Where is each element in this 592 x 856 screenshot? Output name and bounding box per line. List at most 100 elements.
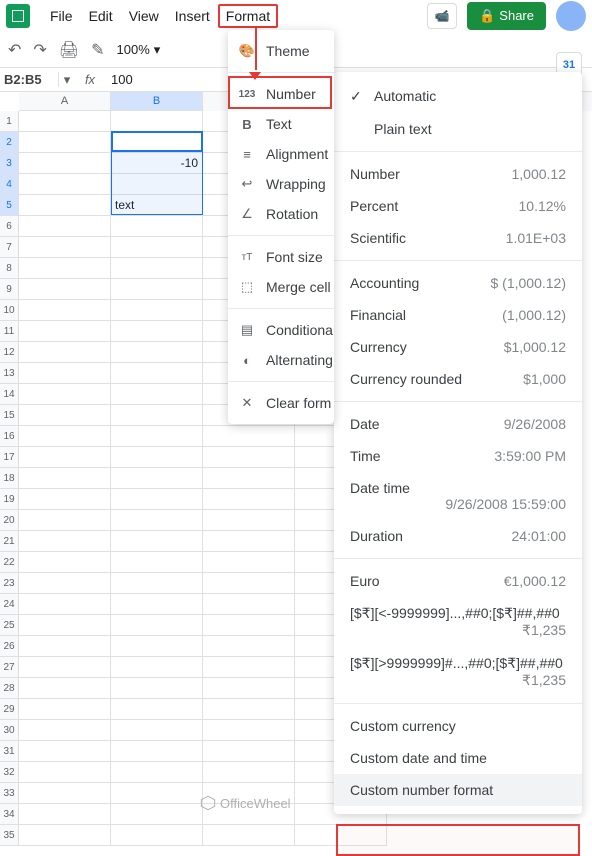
cell[interactable]	[111, 405, 203, 426]
format-merge[interactable]: ⬚Merge cell	[228, 272, 334, 302]
cell[interactable]	[111, 720, 203, 741]
format-rotation[interactable]: ∠Rotation	[228, 199, 334, 229]
row-header[interactable]: 2	[0, 132, 19, 153]
menu-insert[interactable]: Insert	[167, 4, 218, 28]
cell[interactable]	[203, 825, 295, 846]
nf-time[interactable]: Time3:59:00 PM	[334, 440, 582, 472]
menu-edit[interactable]: Edit	[81, 4, 121, 28]
nf-percent[interactable]: Percent10.12%	[334, 190, 582, 222]
cell[interactable]	[19, 447, 111, 468]
menu-view[interactable]: View	[121, 4, 167, 28]
nf-custom-number[interactable]: Custom number format	[334, 774, 582, 806]
row-header[interactable]: 16	[0, 426, 19, 447]
cell[interactable]	[19, 741, 111, 762]
cell[interactable]	[19, 783, 111, 804]
format-wrapping[interactable]: ↩Wrapping	[228, 169, 334, 199]
nf-financial[interactable]: Financial(1,000.12)	[334, 299, 582, 331]
cell[interactable]	[19, 699, 111, 720]
format-clear[interactable]: ✕Clear form	[228, 388, 334, 418]
share-button[interactable]: 🔒Share	[467, 2, 546, 30]
cell[interactable]	[19, 384, 111, 405]
cell[interactable]: -10	[111, 153, 203, 174]
row-header[interactable]: 3	[0, 153, 19, 174]
cell[interactable]	[19, 762, 111, 783]
cell[interactable]	[111, 552, 203, 573]
cell[interactable]	[19, 321, 111, 342]
cell[interactable]	[203, 720, 295, 741]
row-header[interactable]: 29	[0, 699, 19, 720]
cell[interactable]: text	[111, 195, 203, 216]
cell[interactable]	[19, 426, 111, 447]
cell[interactable]	[19, 804, 111, 825]
nf-currency-rounded[interactable]: Currency rounded$1,000	[334, 363, 582, 395]
cell[interactable]	[203, 615, 295, 636]
row-header[interactable]: 21	[0, 531, 19, 552]
cell[interactable]	[203, 699, 295, 720]
print-icon[interactable]: 🖨	[59, 40, 79, 60]
format-number[interactable]: 123Number	[228, 79, 334, 109]
col-header-b[interactable]: B	[111, 92, 203, 111]
avatar[interactable]	[556, 1, 586, 31]
cell[interactable]	[203, 657, 295, 678]
row-header[interactable]: 1	[0, 111, 19, 132]
cell[interactable]	[19, 531, 111, 552]
cell[interactable]	[19, 342, 111, 363]
format-theme[interactable]: 🎨Theme	[228, 36, 334, 66]
nf-number[interactable]: Number1,000.12	[334, 158, 582, 190]
row-header[interactable]: 30	[0, 720, 19, 741]
row-header[interactable]: 34	[0, 804, 19, 825]
cell[interactable]	[111, 384, 203, 405]
redo-icon[interactable]: ↷	[33, 40, 46, 60]
menu-file[interactable]: File	[42, 4, 81, 28]
cell[interactable]: 10	[111, 132, 203, 153]
nf-custom-currency[interactable]: Custom currency	[334, 710, 582, 742]
cell[interactable]	[19, 258, 111, 279]
cell[interactable]	[111, 342, 203, 363]
cell[interactable]	[19, 510, 111, 531]
cell[interactable]	[19, 720, 111, 741]
row-header[interactable]: 15	[0, 405, 19, 426]
menu-format[interactable]: Format	[218, 4, 278, 28]
row-header[interactable]: 18	[0, 468, 19, 489]
cell[interactable]	[19, 111, 111, 132]
nf-scientific[interactable]: Scientific1.01E+03	[334, 222, 582, 254]
format-fontsize[interactable]: ᴛTFont size	[228, 242, 334, 272]
cell[interactable]	[19, 216, 111, 237]
row-header[interactable]: 9	[0, 279, 19, 300]
cell[interactable]	[111, 174, 203, 195]
cell[interactable]	[19, 615, 111, 636]
cell[interactable]	[111, 489, 203, 510]
format-alignment[interactable]: ≡Alignment	[228, 139, 334, 169]
cell[interactable]	[19, 363, 111, 384]
row-header[interactable]: 4	[0, 174, 19, 195]
cell[interactable]	[203, 552, 295, 573]
cell[interactable]	[19, 489, 111, 510]
format-alternating[interactable]: ◐Alternating	[228, 345, 334, 375]
row-header[interactable]: 27	[0, 657, 19, 678]
cell[interactable]	[19, 636, 111, 657]
cell[interactable]	[111, 615, 203, 636]
cell[interactable]	[111, 531, 203, 552]
cell[interactable]	[203, 531, 295, 552]
cell[interactable]	[295, 825, 387, 846]
row-header[interactable]: 35	[0, 825, 19, 846]
row-header[interactable]: 7	[0, 237, 19, 258]
cell[interactable]	[111, 447, 203, 468]
row-header[interactable]: 32	[0, 762, 19, 783]
row-header[interactable]: 28	[0, 678, 19, 699]
cell[interactable]	[111, 111, 203, 132]
cell[interactable]	[111, 741, 203, 762]
cell[interactable]	[203, 489, 295, 510]
nf-indian-2[interactable]: [$₹][>9999999]#...,##0;[$₹]##,##0₹1,235	[334, 647, 582, 697]
cell[interactable]	[19, 300, 111, 321]
nf-automatic[interactable]: ✓Automatic	[334, 80, 582, 113]
nf-duration[interactable]: Duration24:01:00	[334, 520, 582, 552]
row-header[interactable]: 17	[0, 447, 19, 468]
row-header[interactable]: 13	[0, 363, 19, 384]
cell[interactable]	[111, 216, 203, 237]
nf-date[interactable]: Date9/26/2008	[334, 408, 582, 440]
cell[interactable]	[111, 321, 203, 342]
cell[interactable]	[111, 783, 203, 804]
paint-format-icon[interactable]: ✎	[91, 40, 104, 60]
cell[interactable]	[19, 132, 111, 153]
